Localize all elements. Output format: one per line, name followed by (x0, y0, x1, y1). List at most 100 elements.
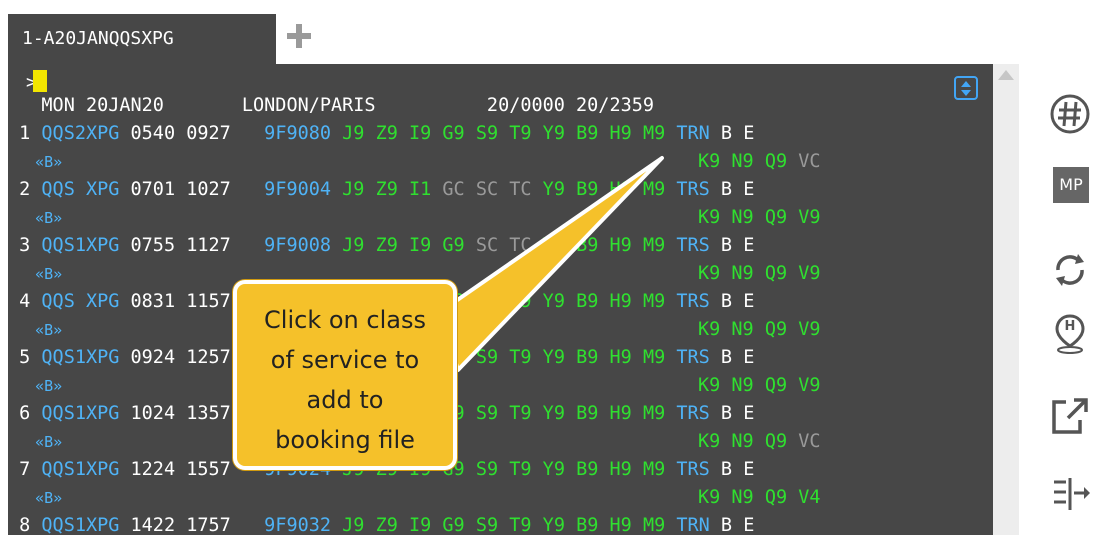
booking-class[interactable]: M9 (632, 403, 665, 424)
city-pair-link[interactable]: QQS1XPG (41, 347, 119, 368)
equipment-link[interactable]: TRS (665, 403, 709, 424)
booking-class[interactable]: J9 (331, 123, 364, 144)
equipment-link[interactable]: TRS (665, 179, 709, 200)
booking-class[interactable]: Y9 (532, 235, 565, 256)
equipment-link[interactable]: TRS (665, 347, 709, 368)
booking-class[interactable]: M9 (632, 515, 665, 535)
booking-class[interactable]: T9 (498, 459, 531, 480)
booking-class[interactable]: H9 (598, 291, 632, 312)
booking-class[interactable]: G9 (431, 235, 464, 256)
booking-class[interactable]: T9 (498, 515, 531, 535)
booking-class[interactable]: V9 (787, 207, 820, 228)
booking-class[interactable]: TC (498, 235, 531, 256)
equipment-link[interactable]: TRS (665, 459, 709, 480)
booking-class[interactable]: V4 (787, 487, 820, 508)
city-pair-link[interactable]: QQS XPG (41, 291, 119, 312)
city-pair-link[interactable]: QQS2XPG (41, 123, 119, 144)
booking-class[interactable]: N9 (720, 431, 753, 452)
booking-class[interactable]: V9 (787, 375, 820, 396)
hotel-pin-icon[interactable]: H (1048, 312, 1092, 356)
booking-class[interactable]: Y9 (532, 291, 565, 312)
city-pair-link[interactable]: QQS1XPG (41, 459, 119, 480)
mp-button[interactable]: MP (1053, 167, 1089, 203)
city-pair-link[interactable]: QQS1XPG (41, 235, 119, 256)
booking-class[interactable]: B9 (565, 291, 598, 312)
booking-class[interactable]: N9 (720, 375, 753, 396)
booking-class[interactable]: B9 (565, 347, 598, 368)
booking-class[interactable]: S9 (465, 347, 498, 368)
booking-class[interactable]: K9 (698, 375, 720, 396)
booking-class[interactable]: K9 (698, 319, 720, 340)
booking-class[interactable]: B9 (565, 459, 598, 480)
booking-class[interactable]: Q9 (754, 263, 787, 284)
booking-class[interactable]: Y9 (532, 459, 565, 480)
booking-class[interactable]: M9 (632, 459, 665, 480)
city-pair-link[interactable]: QQS XPG (41, 179, 119, 200)
booking-class[interactable]: I9 (398, 515, 431, 535)
booking-class[interactable]: S9 (465, 123, 498, 144)
booking-class[interactable]: M9 (632, 123, 665, 144)
booking-class[interactable]: Z9 (364, 123, 398, 144)
expand-collapse-icon[interactable] (954, 76, 978, 100)
booking-class[interactable]: Q9 (754, 207, 787, 228)
booking-class[interactable]: I9 (398, 123, 431, 144)
booking-class[interactable]: N9 (720, 487, 753, 508)
booking-class[interactable]: VC (787, 151, 820, 172)
booking-class[interactable]: N9 (720, 151, 753, 172)
booking-class[interactable]: N9 (720, 207, 753, 228)
booking-class[interactable]: S9 (465, 403, 498, 424)
tab-session[interactable]: 1-A20JANQQSXPG (8, 14, 276, 64)
flight-number-link[interactable]: 9F9032 (253, 515, 331, 535)
booking-class[interactable]: K9 (698, 263, 720, 284)
flight-number-link[interactable]: 9F9008 (253, 235, 331, 256)
booking-class[interactable]: J9 (331, 179, 364, 200)
booking-class[interactable]: K9 (698, 431, 720, 452)
city-pair-link[interactable]: QQS1XPG (41, 403, 119, 424)
booking-class[interactable]: N9 (720, 319, 753, 340)
booking-class[interactable]: M9 (632, 179, 665, 200)
external-link-icon[interactable] (1048, 394, 1092, 438)
booking-class[interactable]: S9 (465, 515, 498, 535)
booking-class[interactable]: T9 (498, 123, 531, 144)
booking-class[interactable]: B9 (565, 179, 598, 200)
booking-class[interactable]: V9 (787, 319, 820, 340)
booking-class[interactable]: Y9 (532, 403, 565, 424)
booking-class[interactable]: Y9 (532, 179, 565, 200)
booking-class[interactable]: GC (431, 179, 464, 200)
booking-class[interactable]: B9 (565, 515, 598, 535)
booking-class[interactable]: TC (498, 179, 531, 200)
booking-class[interactable]: H9 (598, 179, 632, 200)
flight-number-link[interactable]: 9F9004 (253, 179, 331, 200)
equipment-link[interactable]: TRN (665, 515, 709, 535)
booking-class[interactable]: H9 (598, 123, 632, 144)
collapse-panel-icon[interactable] (1048, 472, 1092, 516)
booking-class[interactable]: I9 (398, 235, 431, 256)
booking-class[interactable]: SC (465, 235, 498, 256)
booking-class[interactable]: Z9 (364, 515, 398, 535)
booking-class[interactable]: K9 (698, 207, 720, 228)
booking-class[interactable]: T9 (498, 347, 531, 368)
booking-class[interactable]: K9 (698, 151, 720, 172)
booking-class[interactable]: SC (465, 179, 498, 200)
equipment-link[interactable]: TRS (665, 235, 709, 256)
booking-class[interactable]: G9 (431, 123, 464, 144)
booking-class[interactable]: M9 (632, 235, 665, 256)
booking-class[interactable]: Q9 (754, 151, 787, 172)
booking-class[interactable]: T9 (498, 403, 531, 424)
booking-class[interactable]: S9 (465, 459, 498, 480)
booking-class[interactable]: Y9 (532, 123, 565, 144)
booking-class[interactable]: Q9 (754, 431, 787, 452)
scroll-up-icon[interactable] (998, 70, 1014, 80)
booking-class[interactable]: J9 (331, 235, 364, 256)
booking-class[interactable]: Z9 (364, 179, 398, 200)
booking-class[interactable]: Z9 (364, 235, 398, 256)
booking-class[interactable]: M9 (632, 347, 665, 368)
booking-class[interactable]: B9 (565, 235, 598, 256)
booking-class[interactable]: H9 (598, 515, 632, 535)
booking-class[interactable]: T9 (498, 291, 531, 312)
booking-class[interactable]: Q9 (754, 487, 787, 508)
booking-class[interactable]: Q9 (754, 319, 787, 340)
booking-class[interactable]: Q9 (754, 375, 787, 396)
flight-number-link[interactable]: 9F9080 (253, 123, 331, 144)
booking-class[interactable]: K9 (698, 487, 720, 508)
